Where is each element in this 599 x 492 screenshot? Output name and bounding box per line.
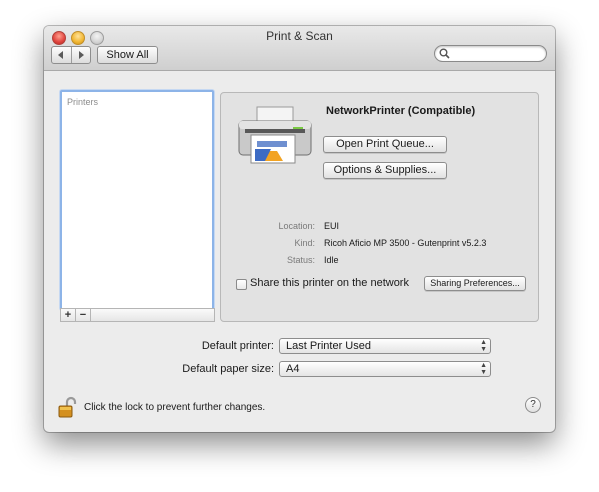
- help-button[interactable]: ?: [525, 397, 541, 413]
- default-printer-popup[interactable]: Last Printer Used ▲ ▼: [279, 338, 491, 354]
- add-remove-bar: + −: [60, 308, 215, 322]
- popup-arrows-icon: ▲ ▼: [480, 362, 487, 376]
- remove-printer-button[interactable]: −: [76, 309, 91, 321]
- chevron-right-icon: [78, 51, 84, 59]
- printer-name: NetworkPrinter (Compatible): [326, 105, 476, 117]
- lock-icon[interactable]: [58, 396, 78, 418]
- popup-arrows-icon: ▲ ▼: [480, 339, 487, 353]
- options-supplies-button[interactable]: Options & Supplies...: [323, 162, 447, 179]
- location-label: Location:: [278, 221, 315, 231]
- printer-detail-panel: NetworkPrinter (Compatible) Open Print Q…: [220, 92, 539, 322]
- print-scan-window: Print & Scan Show All Printers + − Netwo…: [44, 26, 555, 432]
- printers-list[interactable]: Printers: [60, 90, 214, 310]
- open-print-queue-button[interactable]: Open Print Queue...: [323, 136, 447, 153]
- printers-list-header: Printers: [67, 97, 99, 107]
- location-value: EUI: [324, 221, 340, 231]
- default-printer-label: Default printer:: [201, 340, 274, 352]
- forward-button[interactable]: [70, 47, 91, 63]
- window-title: Print & Scan: [266, 29, 333, 43]
- kind-value: Ricoh Aficio MP 3500 - Gutenprint v5.2.3: [324, 238, 487, 248]
- status-value: Idle: [324, 255, 339, 265]
- back-button[interactable]: [52, 47, 71, 63]
- default-paper-size-value: A4: [286, 363, 300, 375]
- search-field[interactable]: [434, 45, 547, 62]
- default-paper-size-label: Default paper size:: [182, 363, 274, 375]
- sharing-preferences-button[interactable]: Sharing Preferences...: [424, 276, 526, 291]
- lock-message: Click the lock to prevent further change…: [84, 402, 266, 413]
- chevron-left-icon: [58, 51, 64, 59]
- printer-icon: [238, 106, 312, 164]
- default-paper-size-popup[interactable]: A4 ▲ ▼: [279, 361, 491, 377]
- title-bar: Print & Scan Show All: [44, 26, 555, 71]
- default-printer-value: Last Printer Used: [286, 340, 371, 352]
- share-printer-label[interactable]: Share this printer on the network: [250, 277, 409, 289]
- status-label: Status:: [286, 255, 315, 265]
- show-all-button[interactable]: Show All: [97, 46, 158, 64]
- search-icon: [439, 48, 450, 59]
- add-printer-button[interactable]: +: [61, 309, 76, 321]
- back-forward-control: [51, 46, 91, 64]
- kind-label: Kind:: [294, 238, 315, 248]
- share-printer-checkbox[interactable]: [236, 279, 247, 290]
